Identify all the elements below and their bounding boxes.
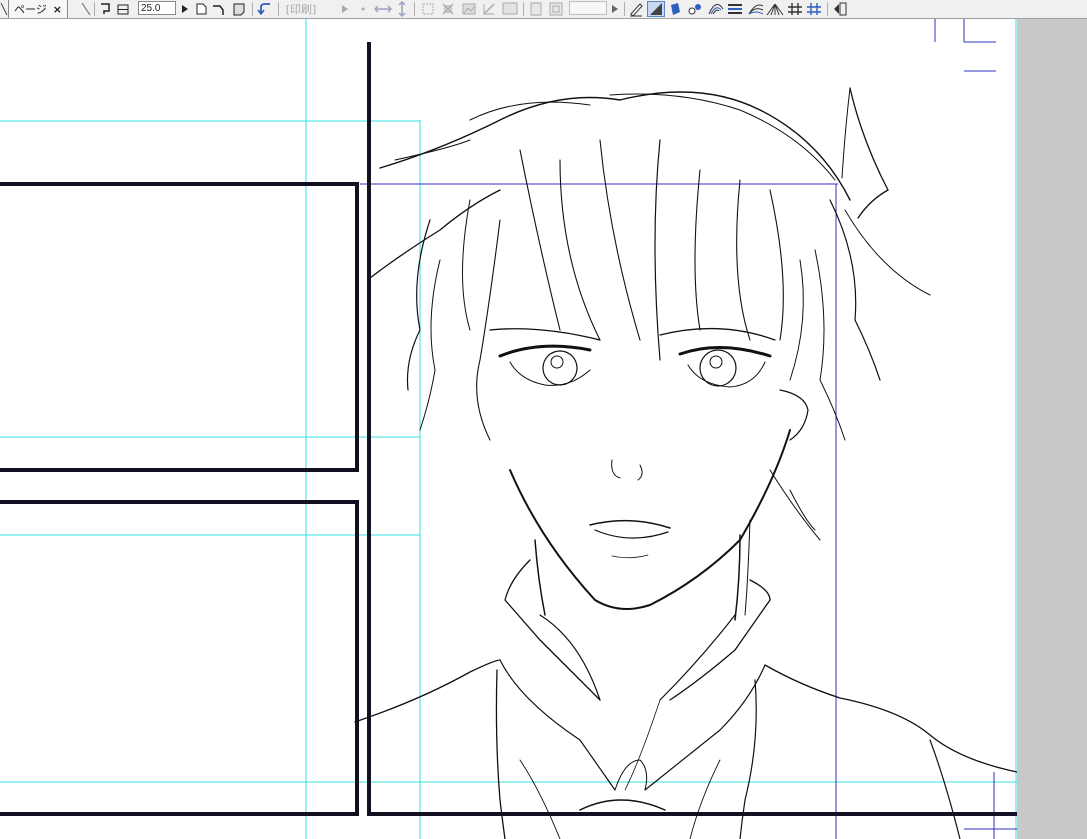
- spiral-icon[interactable]: [707, 1, 725, 17]
- doc-icon[interactable]: [529, 1, 543, 17]
- panel-borders: [0, 42, 1017, 816]
- tab-close-icon[interactable]: ×: [53, 3, 62, 16]
- fill-icon[interactable]: [668, 1, 682, 17]
- tab-scroll-left[interactable]: [0, 1, 8, 17]
- manuscript-page: [0, 19, 1024, 839]
- toolbar: ページ × 25.0 [印刷]: [0, 0, 1087, 19]
- blue-guides: [360, 19, 1024, 839]
- tab-overflow-icon[interactable]: [80, 1, 92, 17]
- zoom-input[interactable]: 25.0: [138, 1, 176, 15]
- layer-panel-icon[interactable]: [832, 1, 848, 17]
- turn-page-icon[interactable]: [211, 1, 225, 17]
- grid-icon[interactable]: [787, 1, 803, 17]
- transform-icon[interactable]: [440, 1, 456, 17]
- play-left-icon[interactable]: [340, 1, 350, 17]
- character-sketch: [354, 87, 1018, 839]
- layer-icon[interactable]: [548, 1, 564, 17]
- dot-icon: [358, 1, 368, 17]
- tab-page[interactable]: ページ ×: [8, 0, 68, 18]
- perspective-icon[interactable]: [766, 1, 784, 17]
- cyan-guides: [0, 19, 1017, 839]
- ruler-icon[interactable]: [647, 1, 665, 17]
- play-right-icon[interactable]: [610, 1, 620, 17]
- flip-horizontal-icon[interactable]: [374, 1, 392, 17]
- fan-icon[interactable]: [747, 1, 765, 17]
- layer-field[interactable]: [569, 1, 607, 15]
- grid-blue-icon[interactable]: [806, 1, 822, 17]
- note-icon[interactable]: [232, 1, 246, 17]
- zoom-value: 25.0: [141, 2, 161, 14]
- check-icon[interactable]: [481, 1, 497, 17]
- tab-page-label: ページ: [14, 3, 47, 16]
- page-layout-icon[interactable]: [98, 1, 112, 17]
- select-icon[interactable]: [420, 1, 436, 17]
- zoom-dropdown-icon[interactable]: [180, 1, 190, 17]
- color-icon[interactable]: [687, 1, 703, 17]
- pen-icon[interactable]: [628, 1, 644, 17]
- screen-icon[interactable]: [501, 1, 519, 17]
- print-button[interactable]: [印刷]: [282, 1, 320, 17]
- new-page-icon[interactable]: [194, 1, 208, 17]
- undo-icon[interactable]: [257, 1, 273, 17]
- fit-icon[interactable]: [116, 1, 130, 17]
- pasteboard-margin: [1017, 19, 1087, 839]
- drawing-canvas[interactable]: [0, 19, 1087, 839]
- image-icon[interactable]: [461, 1, 477, 17]
- lines-icon[interactable]: [727, 1, 743, 17]
- flip-vertical-icon[interactable]: [396, 1, 408, 17]
- print-label: [印刷]: [285, 3, 317, 16]
